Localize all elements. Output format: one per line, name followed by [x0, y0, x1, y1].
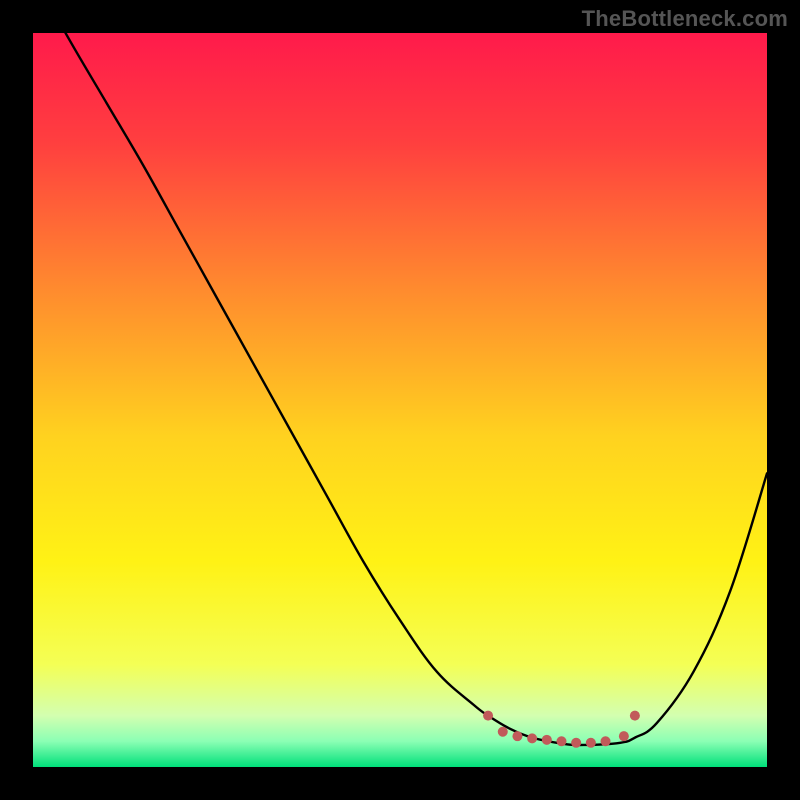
chart-frame: TheBottleneck.com: [0, 0, 800, 800]
watermark-text: TheBottleneck.com: [582, 6, 788, 32]
data-marker: [527, 733, 537, 743]
data-marker: [542, 735, 552, 745]
data-marker: [483, 711, 493, 721]
chart-svg: [0, 0, 800, 800]
plot-background: [33, 33, 767, 767]
data-marker: [498, 727, 508, 737]
data-marker: [601, 736, 611, 746]
data-marker: [556, 736, 566, 746]
data-marker: [619, 731, 629, 741]
data-marker: [586, 738, 596, 748]
data-marker: [630, 711, 640, 721]
data-marker: [512, 731, 522, 741]
data-marker: [571, 738, 581, 748]
